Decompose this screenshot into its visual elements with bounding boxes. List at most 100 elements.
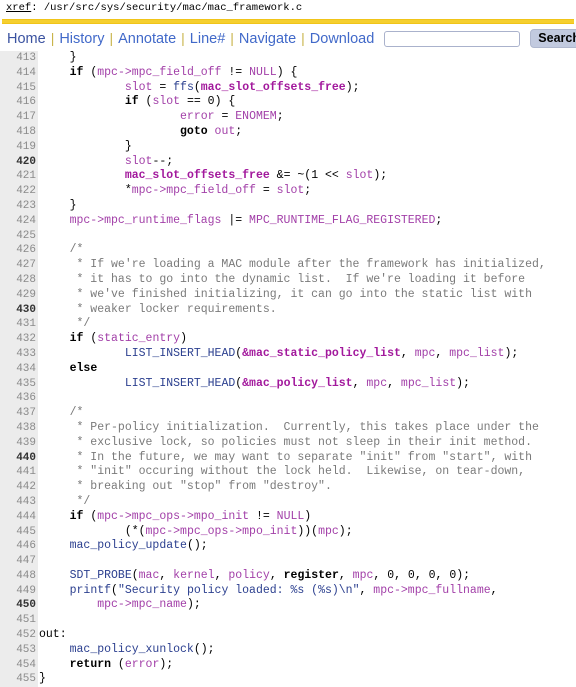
line-number[interactable]: 439 [0,435,38,451]
code-token-v[interactable]: slot [152,95,180,108]
code-token-v[interactable]: mpc [318,525,339,538]
line-number[interactable]: 447 [0,554,38,569]
line-number[interactable]: 451 [0,613,38,629]
code-line: 417 error = ENOMEM; [0,110,576,125]
line-number[interactable]: 423 [0,198,38,214]
code-token-v[interactable]: mpc [353,569,374,582]
code-token-v[interactable]: out [215,125,236,138]
line-number[interactable]: 446 [0,539,38,555]
code-text: */ [38,495,91,510]
line-number[interactable]: 442 [0,480,38,495]
code-line: 452 out: [0,628,576,643]
line-number[interactable]: 449 [0,583,38,599]
code-token-f[interactable]: mac_policy_xunlock [70,643,194,656]
code-token-v[interactable]: mpc->mpc_fullname [373,584,490,597]
line-number[interactable]: 414 [0,65,38,81]
code-token-f[interactable]: LIST_INSERT_HEAD [125,377,235,390]
xref-link[interactable]: xref [6,2,31,14]
code-token-v[interactable]: NULL [277,510,305,523]
line-number[interactable]: 437 [0,406,38,421]
line-number[interactable]: 453 [0,642,38,658]
code-token-v[interactable]: mpc->mpc_runtime_flags [42,214,222,227]
line-number[interactable]: 433 [0,346,38,362]
code-token-v[interactable]: policy [228,569,269,582]
line-number[interactable]: 413 [0,51,38,66]
nav-download[interactable]: Download [309,31,376,47]
code-token-v[interactable]: mpc [415,347,436,360]
code-token-v[interactable]: error [125,658,160,671]
line-number[interactable]: 428 [0,272,38,288]
line-number[interactable]: 420 [0,154,38,170]
line-number[interactable]: 431 [0,317,38,333]
line-number[interactable]: 445 [0,524,38,540]
code-token-v[interactable]: slot [346,169,374,182]
code-token-f[interactable]: mac_policy_update [70,539,187,552]
code-token-vb[interactable]: &mac_policy_list [242,377,352,390]
code-token-v[interactable]: mpc->mpc_ops->mpo_init [97,510,249,523]
line-number[interactable]: 415 [0,80,38,96]
line-number[interactable]: 438 [0,420,38,436]
nav-home[interactable]: Home [6,31,47,47]
code-token-v[interactable]: mpc->mpc_field_off [132,184,256,197]
code-token-v[interactable]: error [180,110,215,123]
code-token-f[interactable]: ffs [173,81,194,94]
code-token-c: * it has to go into the dynamic list. If… [42,272,526,286]
nav-history[interactable]: History [58,31,105,47]
nav-linenum[interactable]: Line# [189,31,226,47]
code-token-p: ) [180,332,187,346]
line-number[interactable]: 454 [0,657,38,673]
line-number[interactable]: 432 [0,332,38,347]
line-number[interactable]: 436 [0,391,38,407]
line-number[interactable]: 455 [0,672,38,687]
code-token-vb[interactable]: mac_slot_offsets_free [125,169,270,182]
code-token-v[interactable]: mpc_list [449,347,504,360]
code-token-f[interactable]: SDT_PROBE [70,569,132,582]
line-number[interactable]: 419 [0,139,38,155]
search-input[interactable] [384,30,521,47]
line-number[interactable]: 434 [0,361,38,377]
code-token-v[interactable]: static_entry [97,332,180,345]
code-token-v[interactable]: NULL [249,66,277,79]
nav-annotate[interactable]: Annotate [117,31,177,47]
line-number[interactable]: 430 [0,302,38,318]
line-number[interactable]: 435 [0,376,38,392]
code-token-p: << [318,169,346,183]
code-text: * exclusive lock, so policies must not s… [38,436,532,451]
search-button[interactable]: Search [530,29,576,48]
line-number[interactable]: 422 [0,184,38,199]
code-token-p: , [159,568,174,582]
line-number[interactable]: 417 [0,110,38,125]
code-token-f[interactable]: LIST_INSERT_HEAD [125,347,235,360]
line-number[interactable]: 444 [0,509,38,525]
line-number[interactable]: 450 [0,598,38,614]
code-token-v[interactable]: slot [125,155,153,168]
line-number[interactable]: 421 [0,169,38,185]
line-number[interactable]: 425 [0,228,38,244]
line-number[interactable]: 424 [0,213,38,229]
line-number[interactable]: 448 [0,568,38,584]
code-token-vb[interactable]: mac_slot_offsets_free [201,81,346,94]
code-token-vb[interactable]: &mac_static_policy_list [242,347,401,360]
code-token-v[interactable]: mpc->mpc_ops->mpo_init [146,525,298,538]
code-token-v[interactable]: slot [125,81,153,94]
line-number[interactable]: 416 [0,95,38,111]
code-token-v[interactable]: kernel [173,569,214,582]
line-number[interactable]: 426 [0,243,38,259]
nav-navigate[interactable]: Navigate [238,31,297,47]
code-token-v[interactable]: MPC_RUNTIME_FLAG_REGISTERED [249,214,435,227]
code-token-v[interactable]: ENOMEM [235,110,276,123]
line-number[interactable]: 440 [0,450,38,466]
code-line: 425 [0,228,576,244]
code-token-v[interactable]: mpc_list [401,377,456,390]
code-token-v[interactable]: slot [277,184,305,197]
line-number[interactable]: 452 [0,628,38,643]
code-token-v[interactable]: mpc->mpc_field_off [97,66,221,79]
line-number[interactable]: 441 [0,465,38,481]
line-number[interactable]: 443 [0,494,38,510]
code-token-f[interactable]: printf [70,584,111,597]
line-number[interactable]: 418 [0,124,38,140]
code-token-v[interactable]: mac [139,569,160,582]
code-token-v[interactable]: mpc [366,377,387,390]
line-number[interactable]: 427 [0,258,38,273]
line-number[interactable]: 429 [0,287,38,303]
